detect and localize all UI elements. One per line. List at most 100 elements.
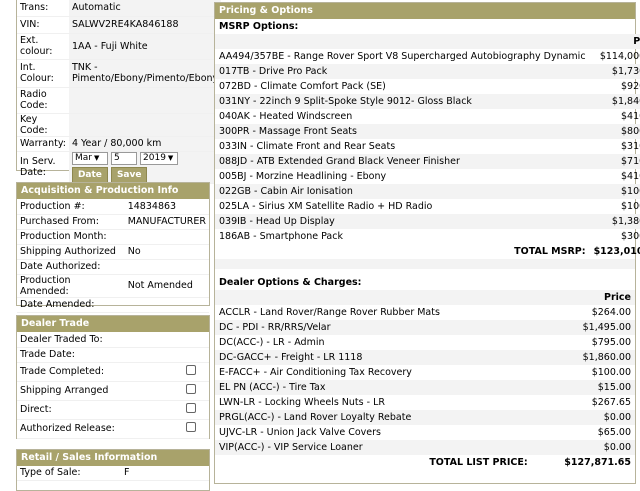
acquisition-label: Production #: [17,199,125,215]
table-row: EL PN (ACC-) - Tire Tax $15.00 [215,380,635,395]
chevron-down-icon: ▼ [93,153,100,162]
dealer-trade-checkbox-cell [173,381,209,401]
dealer-trade-checkbox-cell [173,362,209,382]
name-column-header [215,34,590,49]
table-row: Date Authorized: [17,259,209,275]
pricing-panel: Pricing & Options MSRP Options: PriceAA4… [214,2,640,484]
option-name: DC(ACC-) - LR - Admin [219,337,325,348]
table-row: 025LA - Sirius XM Satellite Radio + HD R… [215,199,640,214]
option-price: $100.00 [591,367,631,378]
option-name: AA494/357BE - Range Rover Sport V8 Super… [219,51,586,62]
option-name: 072BD - Climate Comfort Pack (SE) [219,81,386,92]
acquisition-value: MANUFACTURER [124,214,209,230]
key-code-label: Key Code: [17,113,69,137]
table-row: UJVC-LR - Union Jack Valve Covers $65.00 [215,425,635,440]
table-row: DC(ACC-) - LR - Admin $795.00 [215,335,635,350]
option-price: $267.65 [591,397,631,408]
option-price: $1,860.00 [531,350,635,365]
acquisition-table: Production #: 14834863 Purchased From: MANU… [17,199,209,313]
dealer-options-table: Price ACCLR - Land Rover/Range Rover Rubb… [215,290,635,470]
chevron-down-icon: ▼ [167,153,174,162]
acquisition-label: Date Authorized: [17,259,125,275]
option-price: $795.00 [591,337,631,348]
vin-value: SALWV2RE4KA846188 [68,16,222,34]
save-button[interactable]: Save [110,166,148,183]
table-row: Trade Date: [17,347,209,363]
vehicle-info-panel: Trans: Automatic VIN: SALWV2RE4KA846188 Ex… [16,0,222,184]
table-row: 022GB - Cabin Air Ionisation$100.00 [215,184,640,199]
radio-code-value [68,87,222,114]
option-name: 031NY - 22inch 9 Split-Spoke Style 9012-… [215,94,590,109]
year-select[interactable]: 2019 ▼ [140,151,179,165]
acquisition-label: Purchased From: [17,214,125,230]
checkbox[interactable] [186,365,196,375]
option-price: $300.00 [620,231,640,242]
option-name: 088JD - ATB Extended Grand Black Veneer … [215,154,590,169]
price-column-header: Price [589,34,640,49]
option-name: UJVC-LR - Union Jack Valve Covers [219,427,381,438]
month-select[interactable]: Mar ▼ [71,151,108,165]
vehicle-info-table: Trans: Automatic VIN: SALWV2RE4KA846188 Ex… [17,0,222,184]
total-row: TOTAL MSRP: $123,010.00 [215,244,640,259]
option-name: 186AB - Smartphone Pack [219,231,343,242]
table-row: 040AK - Heated Windscreen $410.00 [215,109,640,124]
retail-title: Retail / Sales Information [17,450,209,466]
option-price: $100.00 [620,201,640,212]
table-row: Production Month: [17,229,209,245]
option-name: 300PR - Massage Front Seats [215,124,590,139]
dealer-trade-checkbox-cell [173,347,209,363]
dealer-trade-label: Trade Completed: [17,362,173,382]
checkbox[interactable] [186,384,196,394]
dealer-trade-checkbox-cell [173,400,209,420]
dealer-trade-label: Direct: [17,400,173,420]
day-input[interactable]: 5 [110,151,137,165]
dealer-trade-title: Dealer Trade [17,316,209,332]
msrp-table: PriceAA494/357BE - Range Rover Sport V8 … [215,34,640,259]
option-name: LWN-LR - Locking Wheels Nuts - LR [219,397,385,408]
dealer-trade-checkbox-cell [173,419,209,439]
option-name: E-FACC+ - Air Conditioning Tax Recovery [219,367,412,378]
table-row: 186AB - Smartphone Pack $300.00 [215,229,640,244]
acquisition-panel: Acquisition & Production Info Production… [16,182,210,313]
option-price: $100.00 [589,184,640,199]
vin-label: VIN: [17,16,69,34]
dealer-options-heading: Dealer Options & Charges: [219,277,362,288]
total-value: $123,010.00 [593,246,640,257]
retail-table: Type of Sale: F [17,466,209,481]
option-name: ACCLR - Land Rover/Range Rover Rubber Ma… [219,307,440,318]
table-row: Production Amended: Not Amended [17,274,209,298]
option-price: $1,380.00 [589,214,640,229]
option-name: 025LA - Sirius XM Satellite Radio + HD R… [219,201,433,212]
price-header-row: Price [215,34,640,49]
ext-colour-label: Ext. colour: [17,33,69,60]
option-price: $0.00 [531,440,635,455]
option-price: $1,495.00 [531,320,635,335]
in-service-date-label: In Serv. Date: [17,151,69,184]
total-label: TOTAL MSRP: [514,246,586,257]
table-row: PRGL(ACC-) - Land Rover Loyalty Rebate $0… [215,410,635,425]
table-row: Trade Completed: [17,362,209,382]
acquisition-label: Shipping Authorized [17,244,125,260]
type-of-sale-value: F [121,466,209,481]
dealer-trade-label: Authorized Release: [17,419,173,439]
table-row: Dealer Traded To: [17,332,209,348]
option-name: DC-GACC+ - Freight - LR 1118 [215,350,532,365]
option-name: 005BJ - Morzine Headlining - Ebony [219,171,387,182]
option-price: $800.00 [589,124,640,139]
type-of-sale-label: Type of Sale: [17,466,121,481]
checkbox[interactable] [186,403,196,413]
dealer-trade-checkbox-cell [173,332,209,348]
option-name: 022GB - Cabin Air Ionisation [215,184,590,199]
table-row: 088JD - ATB Extended Grand Black Veneer … [215,154,640,169]
table-row: LWN-LR - Locking Wheels Nuts - LR $267.65 [215,395,635,410]
option-price: $710.00 [589,154,640,169]
acquisition-value [124,229,209,245]
acquisition-value: 14834863 [124,199,209,215]
option-price: $1,730.00 [589,64,640,79]
date-button[interactable]: Date [71,166,108,183]
dealer-trade-label: Dealer Traded To: [17,332,173,348]
option-price: $410.00 [620,111,640,122]
total-value: $127,871.65 [564,457,631,468]
dealer-trade-label: Trade Date: [17,347,173,363]
checkbox[interactable] [186,422,196,432]
